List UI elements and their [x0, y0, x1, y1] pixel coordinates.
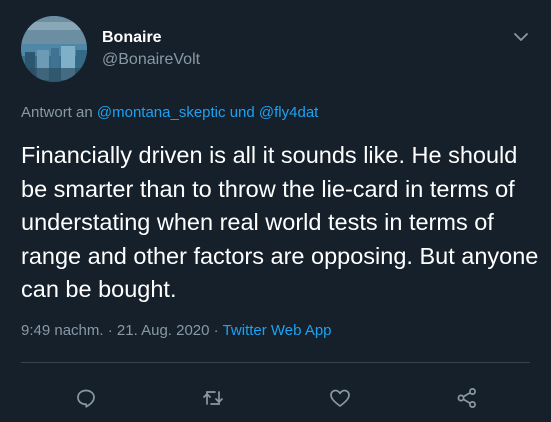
- divider: [21, 362, 530, 363]
- reply-conjunction: und: [229, 104, 255, 121]
- tweet-meta: 9:49 nachm. · 21. Aug. 2020 · Twitter We…: [21, 322, 332, 339]
- reply-context: Antwort an @montana_skeptic und @fly4dat: [21, 104, 318, 121]
- meta-separator: ·: [107, 322, 113, 339]
- meta-separator: ·: [213, 322, 219, 339]
- heart-icon[interactable]: [328, 386, 352, 410]
- chevron-down-icon[interactable]: [510, 26, 532, 48]
- reply-mention-1[interactable]: @montana_skeptic: [97, 104, 226, 121]
- user-handle[interactable]: @BonaireVolt: [102, 51, 200, 69]
- reply-prefix: Antwort an: [21, 104, 93, 121]
- avatar[interactable]: [21, 16, 87, 82]
- tweet-source-app[interactable]: Twitter Web App: [223, 322, 332, 339]
- tweet-time[interactable]: 9:49 nachm.: [21, 322, 104, 339]
- avatar-image: [21, 16, 87, 82]
- display-name[interactable]: Bonaire: [102, 29, 162, 47]
- tweet-text: Financially driven is all it sounds like…: [21, 142, 539, 302]
- share-icon[interactable]: [455, 386, 479, 410]
- retweet-icon[interactable]: [201, 386, 225, 410]
- reply-mention-2[interactable]: @fly4dat: [259, 104, 318, 121]
- tweet-date[interactable]: 21. Aug. 2020: [117, 322, 210, 339]
- reply-icon[interactable]: [74, 386, 98, 410]
